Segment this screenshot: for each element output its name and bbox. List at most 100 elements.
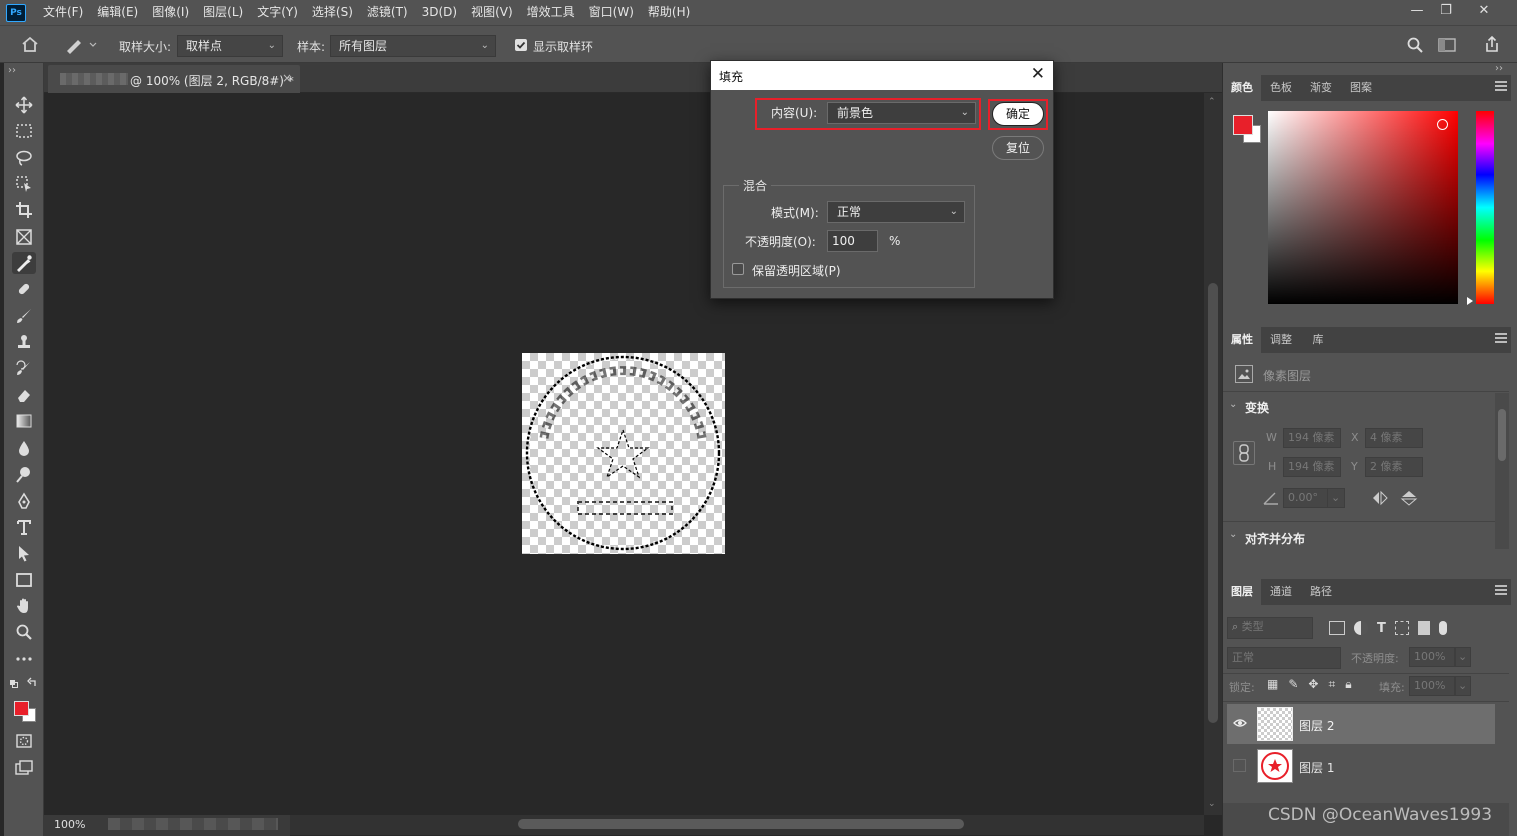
collapse-icon[interactable]: ››	[8, 65, 16, 76]
preserve-transparency-checkbox[interactable]	[732, 263, 744, 275]
document-tab[interactable]: @ 100% (图层 2, RGB/8#) * ×	[48, 65, 300, 93]
move-tool-icon[interactable]	[12, 94, 36, 116]
restore-button[interactable]: ❐	[1430, 0, 1462, 25]
vertical-scrollbar[interactable]: ⌃ ⌄	[1204, 93, 1222, 815]
menu-file[interactable]: 文件(F)	[36, 0, 90, 25]
layer-row-2[interactable]: 图层 2	[1227, 704, 1495, 744]
swap-colors-icon[interactable]	[9, 677, 39, 691]
visibility-toggle[interactable]	[1233, 759, 1246, 772]
menu-edit[interactable]: 编辑(E)	[90, 0, 145, 25]
filter-shape-icon[interactable]	[1394, 621, 1409, 635]
menu-type[interactable]: 文字(Y)	[250, 0, 305, 25]
close-tab-icon[interactable]: ×	[282, 71, 292, 85]
type-tool-icon[interactable]	[12, 516, 36, 538]
tab-layers[interactable]: 图层	[1223, 579, 1261, 605]
horizontal-scrollbar[interactable]	[290, 815, 1204, 835]
foreground-color-swatch[interactable]	[14, 701, 29, 716]
vertical-scroll-thumb[interactable]	[1208, 283, 1218, 723]
chevron-down-icon[interactable]: ⌄	[1327, 488, 1345, 508]
zoom-tool-icon[interactable]	[12, 621, 36, 643]
height-field[interactable]: 194 像素	[1283, 457, 1341, 477]
panel-menu-icon[interactable]	[1495, 333, 1507, 343]
flip-vertical-icon[interactable]	[1400, 490, 1418, 506]
lock-paint-icon[interactable]: ✎	[1288, 677, 1298, 693]
tab-color[interactable]: 颜色	[1223, 75, 1261, 101]
layer-filter-select[interactable]: ⌕ 类型	[1227, 617, 1313, 639]
hand-tool-icon[interactable]	[12, 595, 36, 617]
transform-header[interactable]: 变换	[1245, 399, 1269, 416]
sample-size-select[interactable]: 取样点 ⌄	[177, 35, 283, 57]
flip-horizontal-icon[interactable]	[1371, 490, 1389, 506]
blend-mode-select[interactable]: 正常	[1227, 647, 1341, 669]
width-field[interactable]: 194 像素	[1283, 428, 1341, 448]
menu-window[interactable]: 窗口(W)	[582, 0, 641, 25]
align-distribute-header[interactable]: 对齐并分布	[1245, 530, 1305, 547]
horizontal-scroll-thumb[interactable]	[518, 819, 964, 829]
panel-color-swatches[interactable]	[1233, 115, 1263, 145]
filter-toggle-icon[interactable]	[1438, 621, 1447, 635]
tab-properties[interactable]: 属性	[1223, 327, 1261, 353]
tab-adjustments[interactable]: 调整	[1261, 327, 1301, 353]
tab-channels[interactable]: 通道	[1261, 579, 1301, 605]
filter-adjustment-icon[interactable]	[1354, 621, 1368, 635]
lasso-tool-icon[interactable]	[12, 147, 36, 169]
menu-help[interactable]: 帮助(H)	[641, 0, 697, 25]
share-icon[interactable]	[1483, 35, 1503, 55]
healing-brush-tool-icon[interactable]	[12, 278, 36, 300]
path-selection-tool-icon[interactable]	[12, 542, 36, 564]
scroll-up-icon[interactable]: ⌃	[1208, 97, 1216, 107]
filter-type-icon[interactable]: T	[1377, 621, 1386, 636]
panel-foreground-swatch[interactable]	[1233, 115, 1253, 135]
object-selection-tool-icon[interactable]	[12, 173, 36, 195]
zoom-level[interactable]: 100%	[54, 818, 85, 831]
filter-pixel-icon[interactable]	[1329, 621, 1345, 635]
color-field[interactable]	[1268, 111, 1458, 304]
tab-libraries[interactable]: 库	[1301, 327, 1335, 353]
menu-3d[interactable]: 3D(D)	[415, 0, 464, 25]
opacity-field[interactable]: 100%	[1409, 647, 1455, 667]
sample-select[interactable]: 所有图层 ⌄	[330, 35, 496, 57]
ok-button[interactable]: 确定	[992, 102, 1044, 126]
tab-swatches[interactable]: 色板	[1261, 75, 1301, 101]
filter-smart-object-icon[interactable]	[1417, 621, 1430, 635]
photoshop-logo[interactable]: Ps	[6, 3, 26, 22]
eyedropper-tool-icon[interactable]	[12, 252, 36, 274]
lock-transparent-icon[interactable]: ▦	[1267, 677, 1278, 693]
chevron-down-icon[interactable]: ⌄	[1229, 529, 1237, 540]
quick-mask-icon[interactable]	[12, 730, 36, 752]
chevron-down-icon[interactable]: ⌄	[1455, 647, 1471, 667]
eye-icon[interactable]	[1233, 717, 1247, 729]
dodge-tool-icon[interactable]	[12, 463, 36, 485]
marquee-tool-icon[interactable]	[12, 120, 36, 142]
crop-tool-icon[interactable]	[12, 199, 36, 221]
home-icon[interactable]	[20, 35, 44, 55]
properties-scrollbar[interactable]	[1495, 393, 1509, 549]
menu-layer[interactable]: 图层(L)	[196, 0, 250, 25]
menu-view[interactable]: 视图(V)	[464, 0, 520, 25]
preserve-transparency-label[interactable]: 保留透明区域(P)	[752, 262, 841, 279]
menu-select[interactable]: 选择(S)	[305, 0, 360, 25]
content-select[interactable]: 前景色 ⌄	[827, 102, 976, 124]
hue-slider[interactable]	[1476, 111, 1494, 304]
blur-tool-icon[interactable]	[12, 437, 36, 459]
panel-menu-icon[interactable]	[1495, 585, 1507, 595]
tab-paths[interactable]: 路径	[1301, 579, 1341, 605]
document-canvas[interactable]	[522, 353, 725, 554]
more-tools-icon[interactable]	[12, 648, 36, 670]
color-picker-cursor[interactable]	[1437, 119, 1448, 130]
y-field[interactable]: 2 像素	[1365, 457, 1423, 477]
minimize-button[interactable]: —	[1401, 0, 1433, 25]
fill-field[interactable]: 100%	[1409, 676, 1455, 696]
screen-mode-icon[interactable]	[12, 757, 36, 779]
gradient-tool-icon[interactable]	[12, 410, 36, 432]
scroll-down-icon[interactable]: ⌄	[1208, 799, 1216, 809]
tab-patterns[interactable]: 图案	[1341, 75, 1381, 101]
chevron-down-icon[interactable]: ⌄	[1229, 399, 1237, 410]
layer-name[interactable]: 图层 1	[1299, 759, 1334, 776]
x-field[interactable]: 4 像素	[1365, 428, 1423, 448]
collapse-panels-icon[interactable]: ››	[1495, 63, 1503, 74]
layer-name[interactable]: 图层 2	[1299, 717, 1334, 734]
history-brush-tool-icon[interactable]	[12, 358, 36, 380]
chevron-down-icon[interactable]: ⌄	[1455, 676, 1471, 696]
menu-filter[interactable]: 滤镜(T)	[360, 0, 415, 25]
